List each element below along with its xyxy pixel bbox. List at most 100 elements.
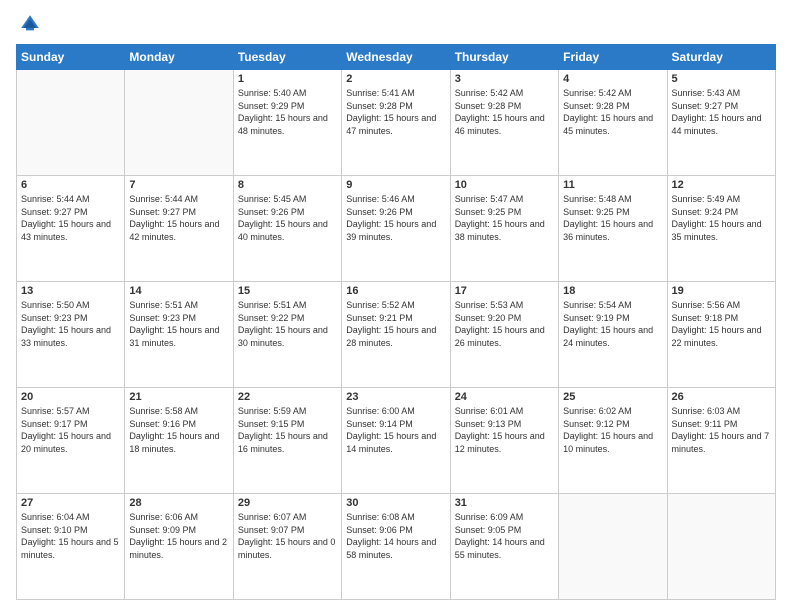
day-info: Sunrise: 5:56 AM Sunset: 9:18 PM Dayligh…	[672, 299, 771, 349]
day-number: 1	[238, 73, 337, 85]
day-number: 30	[346, 497, 445, 509]
calendar-cell	[559, 494, 667, 600]
day-number: 11	[563, 179, 662, 191]
logo	[16, 12, 46, 36]
day-number: 16	[346, 285, 445, 297]
day-info: Sunrise: 5:58 AM Sunset: 9:16 PM Dayligh…	[129, 405, 228, 455]
calendar-cell: 2 Sunrise: 5:41 AM Sunset: 9:28 PM Dayli…	[342, 70, 450, 176]
col-header-sunday: Sunday	[17, 45, 125, 70]
col-header-thursday: Thursday	[450, 45, 558, 70]
calendar-cell: 8 Sunrise: 5:45 AM Sunset: 9:26 PM Dayli…	[233, 176, 341, 282]
day-info: Sunrise: 5:52 AM Sunset: 9:21 PM Dayligh…	[346, 299, 445, 349]
day-info: Sunrise: 6:08 AM Sunset: 9:06 PM Dayligh…	[346, 511, 445, 561]
calendar-cell: 7 Sunrise: 5:44 AM Sunset: 9:27 PM Dayli…	[125, 176, 233, 282]
day-number: 24	[455, 391, 554, 403]
calendar-cell: 13 Sunrise: 5:50 AM Sunset: 9:23 PM Dayl…	[17, 282, 125, 388]
day-number: 15	[238, 285, 337, 297]
calendar-cell: 1 Sunrise: 5:40 AM Sunset: 9:29 PM Dayli…	[233, 70, 341, 176]
day-number: 29	[238, 497, 337, 509]
day-number: 17	[455, 285, 554, 297]
calendar-cell: 15 Sunrise: 5:51 AM Sunset: 9:22 PM Dayl…	[233, 282, 341, 388]
day-info: Sunrise: 5:48 AM Sunset: 9:25 PM Dayligh…	[563, 193, 662, 243]
day-number: 3	[455, 73, 554, 85]
day-number: 10	[455, 179, 554, 191]
col-header-wednesday: Wednesday	[342, 45, 450, 70]
day-number: 6	[21, 179, 120, 191]
day-number: 22	[238, 391, 337, 403]
day-number: 13	[21, 285, 120, 297]
calendar-cell: 9 Sunrise: 5:46 AM Sunset: 9:26 PM Dayli…	[342, 176, 450, 282]
day-number: 25	[563, 391, 662, 403]
calendar-cell: 23 Sunrise: 6:00 AM Sunset: 9:14 PM Dayl…	[342, 388, 450, 494]
day-info: Sunrise: 5:51 AM Sunset: 9:22 PM Dayligh…	[238, 299, 337, 349]
day-number: 20	[21, 391, 120, 403]
day-info: Sunrise: 6:04 AM Sunset: 9:10 PM Dayligh…	[21, 511, 120, 561]
day-info: Sunrise: 5:42 AM Sunset: 9:28 PM Dayligh…	[455, 87, 554, 137]
calendar-cell: 26 Sunrise: 6:03 AM Sunset: 9:11 PM Dayl…	[667, 388, 775, 494]
calendar-cell: 11 Sunrise: 5:48 AM Sunset: 9:25 PM Dayl…	[559, 176, 667, 282]
calendar-cell: 20 Sunrise: 5:57 AM Sunset: 9:17 PM Dayl…	[17, 388, 125, 494]
day-info: Sunrise: 5:42 AM Sunset: 9:28 PM Dayligh…	[563, 87, 662, 137]
calendar-week-4: 27 Sunrise: 6:04 AM Sunset: 9:10 PM Dayl…	[17, 494, 776, 600]
day-info: Sunrise: 6:01 AM Sunset: 9:13 PM Dayligh…	[455, 405, 554, 455]
calendar-cell	[667, 494, 775, 600]
day-number: 26	[672, 391, 771, 403]
day-info: Sunrise: 5:43 AM Sunset: 9:27 PM Dayligh…	[672, 87, 771, 137]
day-number: 18	[563, 285, 662, 297]
day-info: Sunrise: 5:44 AM Sunset: 9:27 PM Dayligh…	[21, 193, 120, 243]
day-info: Sunrise: 6:00 AM Sunset: 9:14 PM Dayligh…	[346, 405, 445, 455]
calendar-table: SundayMondayTuesdayWednesdayThursdayFrid…	[16, 44, 776, 600]
calendar-cell: 14 Sunrise: 5:51 AM Sunset: 9:23 PM Dayl…	[125, 282, 233, 388]
calendar-cell	[125, 70, 233, 176]
day-number: 4	[563, 73, 662, 85]
day-number: 8	[238, 179, 337, 191]
calendar-cell: 6 Sunrise: 5:44 AM Sunset: 9:27 PM Dayli…	[17, 176, 125, 282]
calendar-cell: 12 Sunrise: 5:49 AM Sunset: 9:24 PM Dayl…	[667, 176, 775, 282]
calendar-cell	[17, 70, 125, 176]
calendar-cell: 24 Sunrise: 6:01 AM Sunset: 9:13 PM Dayl…	[450, 388, 558, 494]
day-number: 23	[346, 391, 445, 403]
calendar-cell: 21 Sunrise: 5:58 AM Sunset: 9:16 PM Dayl…	[125, 388, 233, 494]
day-number: 31	[455, 497, 554, 509]
day-info: Sunrise: 5:45 AM Sunset: 9:26 PM Dayligh…	[238, 193, 337, 243]
day-number: 5	[672, 73, 771, 85]
col-header-friday: Friday	[559, 45, 667, 70]
calendar-cell: 18 Sunrise: 5:54 AM Sunset: 9:19 PM Dayl…	[559, 282, 667, 388]
header	[16, 12, 776, 36]
day-info: Sunrise: 6:03 AM Sunset: 9:11 PM Dayligh…	[672, 405, 771, 455]
calendar-cell: 4 Sunrise: 5:42 AM Sunset: 9:28 PM Dayli…	[559, 70, 667, 176]
day-info: Sunrise: 5:46 AM Sunset: 9:26 PM Dayligh…	[346, 193, 445, 243]
calendar-cell: 22 Sunrise: 5:59 AM Sunset: 9:15 PM Dayl…	[233, 388, 341, 494]
calendar-cell: 29 Sunrise: 6:07 AM Sunset: 9:07 PM Dayl…	[233, 494, 341, 600]
calendar-cell: 3 Sunrise: 5:42 AM Sunset: 9:28 PM Dayli…	[450, 70, 558, 176]
page: SundayMondayTuesdayWednesdayThursdayFrid…	[0, 0, 792, 612]
day-number: 21	[129, 391, 228, 403]
day-info: Sunrise: 6:07 AM Sunset: 9:07 PM Dayligh…	[238, 511, 337, 561]
calendar-week-2: 13 Sunrise: 5:50 AM Sunset: 9:23 PM Dayl…	[17, 282, 776, 388]
logo-icon	[18, 12, 42, 36]
day-info: Sunrise: 5:44 AM Sunset: 9:27 PM Dayligh…	[129, 193, 228, 243]
col-header-monday: Monday	[125, 45, 233, 70]
calendar-week-0: 1 Sunrise: 5:40 AM Sunset: 9:29 PM Dayli…	[17, 70, 776, 176]
day-info: Sunrise: 5:47 AM Sunset: 9:25 PM Dayligh…	[455, 193, 554, 243]
calendar-cell: 25 Sunrise: 6:02 AM Sunset: 9:12 PM Dayl…	[559, 388, 667, 494]
calendar-cell: 10 Sunrise: 5:47 AM Sunset: 9:25 PM Dayl…	[450, 176, 558, 282]
calendar-cell: 17 Sunrise: 5:53 AM Sunset: 9:20 PM Dayl…	[450, 282, 558, 388]
day-info: Sunrise: 5:54 AM Sunset: 9:19 PM Dayligh…	[563, 299, 662, 349]
day-number: 27	[21, 497, 120, 509]
calendar-week-3: 20 Sunrise: 5:57 AM Sunset: 9:17 PM Dayl…	[17, 388, 776, 494]
day-number: 7	[129, 179, 228, 191]
calendar-cell: 16 Sunrise: 5:52 AM Sunset: 9:21 PM Dayl…	[342, 282, 450, 388]
day-info: Sunrise: 5:41 AM Sunset: 9:28 PM Dayligh…	[346, 87, 445, 137]
calendar-header-row: SundayMondayTuesdayWednesdayThursdayFrid…	[17, 45, 776, 70]
day-info: Sunrise: 5:40 AM Sunset: 9:29 PM Dayligh…	[238, 87, 337, 137]
day-info: Sunrise: 5:59 AM Sunset: 9:15 PM Dayligh…	[238, 405, 337, 455]
day-number: 28	[129, 497, 228, 509]
day-number: 9	[346, 179, 445, 191]
calendar-week-1: 6 Sunrise: 5:44 AM Sunset: 9:27 PM Dayli…	[17, 176, 776, 282]
day-number: 2	[346, 73, 445, 85]
calendar-cell: 27 Sunrise: 6:04 AM Sunset: 9:10 PM Dayl…	[17, 494, 125, 600]
calendar-cell: 19 Sunrise: 5:56 AM Sunset: 9:18 PM Dayl…	[667, 282, 775, 388]
calendar-cell: 31 Sunrise: 6:09 AM Sunset: 9:05 PM Dayl…	[450, 494, 558, 600]
day-info: Sunrise: 5:50 AM Sunset: 9:23 PM Dayligh…	[21, 299, 120, 349]
